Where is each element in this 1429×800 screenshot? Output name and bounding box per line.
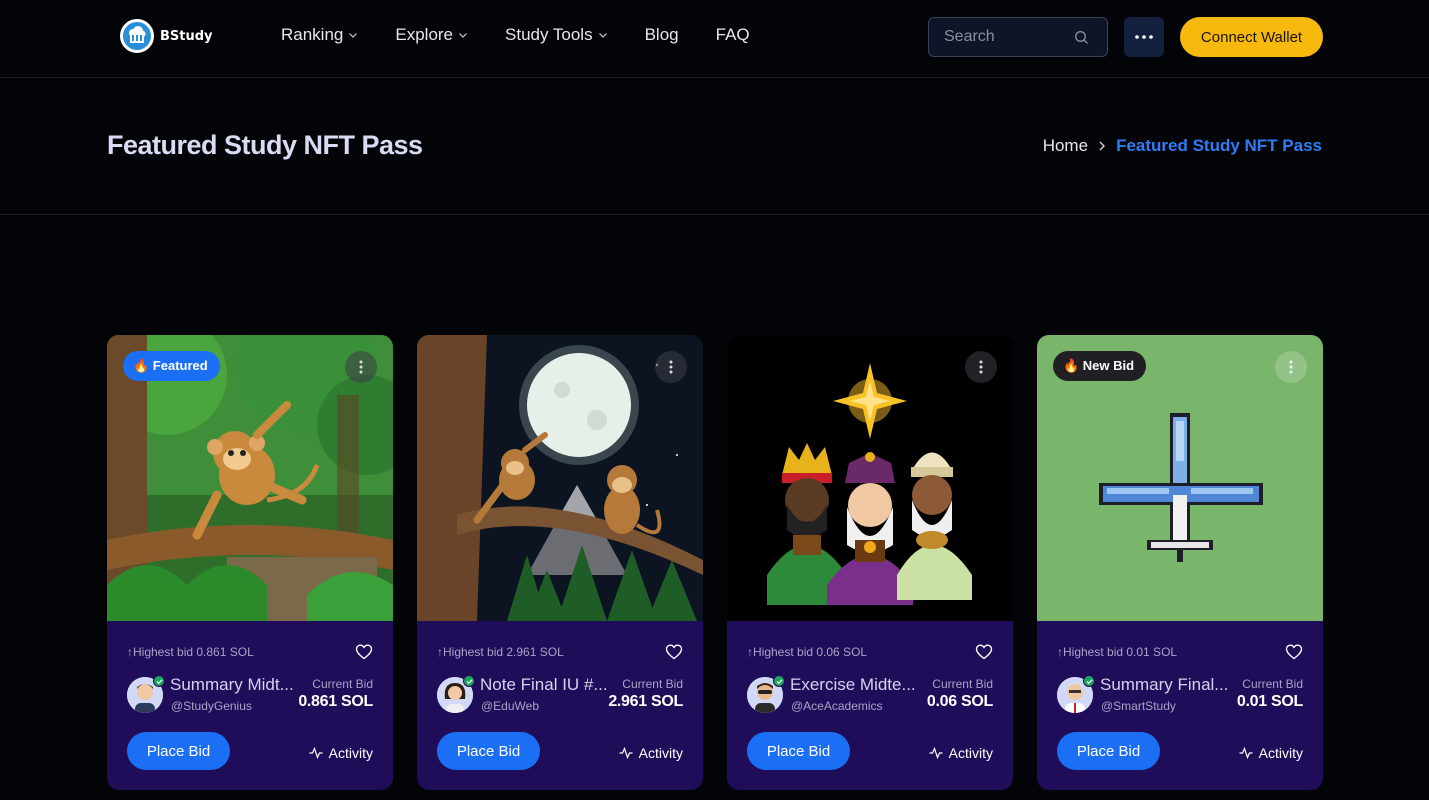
nft-image-pixel-airplane[interactable]: 🔥 New Bid: [1037, 335, 1323, 621]
current-bid-value: 0.861 SOL: [298, 693, 373, 710]
creator-handle[interactable]: @SmartStudy: [1101, 699, 1176, 713]
place-bid-button[interactable]: Place Bid: [1057, 732, 1160, 770]
breadcrumb: Home Featured Study NFT Pass: [1043, 136, 1322, 156]
place-bid-button[interactable]: Place Bid: [437, 732, 540, 770]
nav-ranking[interactable]: Ranking: [281, 25, 358, 45]
item-name[interactable]: Summary Midt...: [170, 675, 300, 695]
current-bid-label: Current Bid: [932, 677, 993, 691]
activity-label: Activity: [948, 745, 993, 761]
highest-bid: ↑Highest bid 2.961 SOL: [437, 645, 564, 659]
activity-label: Activity: [638, 745, 683, 761]
current-bid-label: Current Bid: [312, 677, 373, 691]
current-bid-label: Current Bid: [622, 677, 683, 691]
activity-label: Activity: [328, 745, 373, 761]
nft-card[interactable]: ↑Highest bid 0.06 SOL Exercise Midte... …: [727, 335, 1013, 790]
more-vertical-icon: [359, 360, 363, 374]
connect-wallet-button[interactable]: Connect Wallet: [1180, 17, 1323, 57]
verified-icon: [1083, 675, 1095, 687]
creator-handle[interactable]: @StudyGenius: [171, 699, 252, 713]
highest-bid: ↑Highest bid 0.861 SOL: [127, 645, 254, 659]
more-vertical-icon: [669, 360, 673, 374]
nav-study-tools[interactable]: Study Tools: [505, 25, 608, 45]
item-name[interactable]: Note Final IU #...: [480, 675, 610, 695]
creator-handle[interactable]: @EduWeb: [481, 699, 539, 713]
card-menu-button[interactable]: [965, 351, 997, 383]
featured-badge: 🔥 Featured: [123, 351, 220, 381]
breadcrumb-home[interactable]: Home: [1043, 136, 1088, 156]
card-body: ↑Highest bid 0.861 SOL Summary Midt... @…: [107, 621, 393, 790]
logo-icon: [120, 19, 154, 53]
search-icon[interactable]: [1074, 30, 1089, 45]
current-bid-value: 2.961 SOL: [608, 693, 683, 710]
current-bid-label: Current Bid: [1242, 677, 1303, 691]
verified-icon: [773, 675, 785, 687]
chevron-down-icon: [598, 33, 607, 38]
search-input[interactable]: [944, 28, 1074, 46]
logo[interactable]: BStudy: [120, 19, 213, 53]
nft-image-monkeys-moon[interactable]: [417, 335, 703, 621]
nav-faq[interactable]: FAQ: [716, 25, 750, 45]
item-name[interactable]: Summary Final...: [1100, 675, 1230, 695]
nft-card[interactable]: ↑Highest bid 2.961 SOL Note Final IU #..…: [417, 335, 703, 790]
chevron-down-icon: [459, 33, 467, 38]
more-dots-icon: [1135, 35, 1153, 39]
activity-link[interactable]: Activity: [929, 745, 993, 761]
nav-explore[interactable]: Explore: [395, 25, 468, 45]
more-vertical-icon: [979, 360, 983, 374]
nft-card[interactable]: 🔥 Featured ↑Highest bid 0.861 SOL Summar…: [107, 335, 393, 790]
nav-blog[interactable]: Blog: [645, 25, 679, 45]
place-bid-button[interactable]: Place Bid: [127, 732, 230, 770]
page-title: Featured Study NFT Pass: [107, 130, 423, 160]
heart-icon[interactable]: [355, 643, 373, 661]
card-menu-button[interactable]: [655, 351, 687, 383]
nav-label: Ranking: [281, 25, 344, 44]
breadcrumb-current: Featured Study NFT Pass: [1116, 136, 1322, 155]
creator-handle[interactable]: @AceAcademics: [791, 699, 883, 713]
card-body: ↑Highest bid 2.961 SOL Note Final IU #..…: [417, 621, 703, 790]
card-body: ↑Highest bid 0.01 SOL Summary Final... @…: [1037, 621, 1323, 790]
new-bid-badge: 🔥 New Bid: [1053, 351, 1147, 381]
nft-image-monkey-jungle[interactable]: 🔥 Featured: [107, 335, 393, 621]
card-menu-button[interactable]: [1275, 351, 1307, 383]
search-box[interactable]: [928, 17, 1108, 57]
nav-label: Explore: [395, 25, 454, 44]
page-hero: Featured Study NFT Pass Home Featured St…: [0, 78, 1429, 215]
activity-label: Activity: [1258, 745, 1303, 761]
card-body: ↑Highest bid 0.06 SOL Exercise Midte... …: [727, 621, 1013, 790]
highest-bid: ↑Highest bid 0.01 SOL: [1057, 645, 1178, 659]
more-options-button[interactable]: [1124, 17, 1164, 57]
more-vertical-icon: [1289, 360, 1293, 374]
verified-icon: [463, 675, 475, 687]
activity-link[interactable]: Activity: [619, 745, 683, 761]
chevron-down-icon: [349, 33, 358, 38]
logo-text: BStudy: [160, 28, 213, 44]
current-bid-value: 0.06 SOL: [926, 693, 993, 710]
current-bid-value: 0.01 SOL: [1236, 693, 1303, 710]
top-header: BStudy Ranking Explore Study Tools Blog …: [0, 0, 1429, 78]
activity-icon: [619, 747, 633, 759]
activity-icon: [309, 747, 323, 759]
nav-label: Blog: [644, 25, 679, 44]
activity-link[interactable]: Activity: [309, 745, 373, 761]
nft-image-three-wise-men[interactable]: [727, 335, 1013, 621]
heart-icon[interactable]: [1285, 643, 1303, 661]
heart-icon[interactable]: [975, 643, 993, 661]
activity-icon: [929, 747, 943, 759]
item-name[interactable]: Exercise Midte...: [790, 675, 920, 695]
activity-link[interactable]: Activity: [1239, 745, 1303, 761]
highest-bid: ↑Highest bid 0.06 SOL: [747, 645, 868, 659]
main-nav: Ranking Explore Study Tools Blog FAQ: [281, 25, 787, 45]
heart-icon[interactable]: [665, 643, 683, 661]
chevron-right-icon: [1099, 141, 1106, 151]
nav-label: FAQ: [715, 25, 750, 44]
activity-icon: [1239, 747, 1253, 759]
nav-label: Study Tools: [505, 25, 593, 44]
place-bid-button[interactable]: Place Bid: [747, 732, 850, 770]
card-menu-button[interactable]: [345, 351, 377, 383]
verified-icon: [153, 675, 165, 687]
nft-card[interactable]: 🔥 New Bid ↑Highest bid 0.01 SOL Summary …: [1037, 335, 1323, 790]
